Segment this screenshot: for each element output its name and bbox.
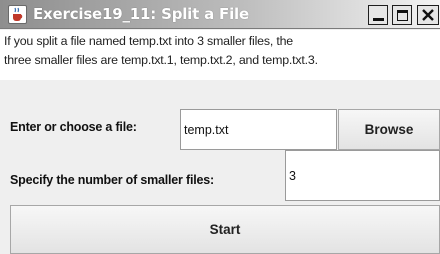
maximize-icon <box>396 9 408 21</box>
minimize-button[interactable] <box>368 5 388 25</box>
maximize-button[interactable] <box>392 5 412 25</box>
java-cup-icon[interactable] <box>8 5 27 24</box>
close-button[interactable] <box>417 5 439 25</box>
app-window: Exercise19_11: Split a File If you split… <box>0 0 440 254</box>
browse-button[interactable]: Browse <box>338 109 440 150</box>
file-label: Enter or choose a file: <box>10 120 137 134</box>
close-icon <box>422 9 434 21</box>
title-bar[interactable]: Exercise19_11: Split a File <box>0 0 440 29</box>
window-title: Exercise19_11: Split a File <box>33 5 249 23</box>
start-button[interactable]: Start <box>10 205 440 254</box>
description-line: If you split a file named temp.txt into … <box>4 34 293 48</box>
count-input[interactable] <box>285 150 440 201</box>
description-text: If you split a file named temp.txt into … <box>0 30 440 80</box>
count-label: Specify the number of smaller files: <box>10 173 214 187</box>
description-line: three smaller files are temp.txt.1, temp… <box>4 53 318 67</box>
file-input[interactable] <box>180 109 337 150</box>
minimize-icon <box>372 18 384 21</box>
